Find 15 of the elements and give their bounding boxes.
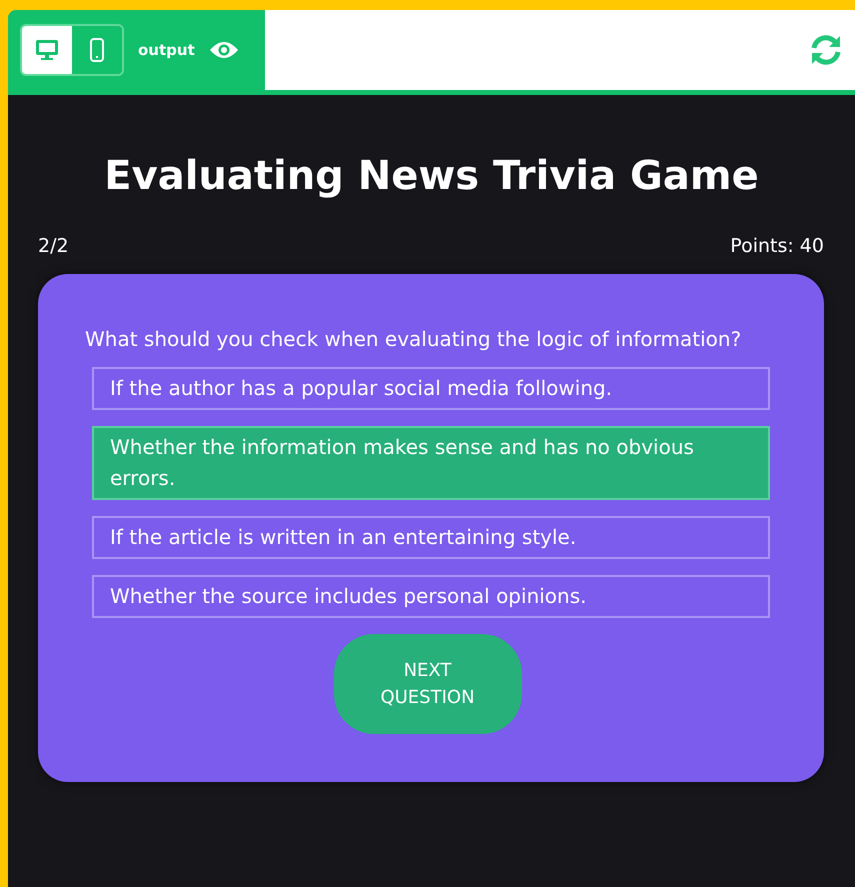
phone-icon (89, 38, 105, 62)
answer-option[interactable]: Whether the source includes personal opinions. (92, 575, 770, 618)
points-text: Points: 40 (730, 235, 824, 257)
refresh-icon[interactable] (809, 33, 843, 67)
answer-option[interactable]: Whether the information makes sense and has no obvious errors. (92, 426, 770, 500)
eye-icon[interactable] (208, 40, 239, 60)
next-question-button[interactable]: NEXT QUESTION (334, 634, 522, 734)
answer-option[interactable]: If the author has a popular social media following. (92, 367, 770, 410)
monitor-icon (35, 39, 59, 61)
view-toggle-button[interactable] (22, 26, 72, 74)
answer-option[interactable]: If the article is written in an entertaining style. (92, 516, 770, 559)
question-text: What should you check when evaluating the logic of information? (85, 326, 742, 353)
game-title: Evaluating News Trivia Game (103, 153, 760, 199)
progress-text: 2/2 (38, 235, 69, 257)
output-label: output (138, 41, 195, 59)
